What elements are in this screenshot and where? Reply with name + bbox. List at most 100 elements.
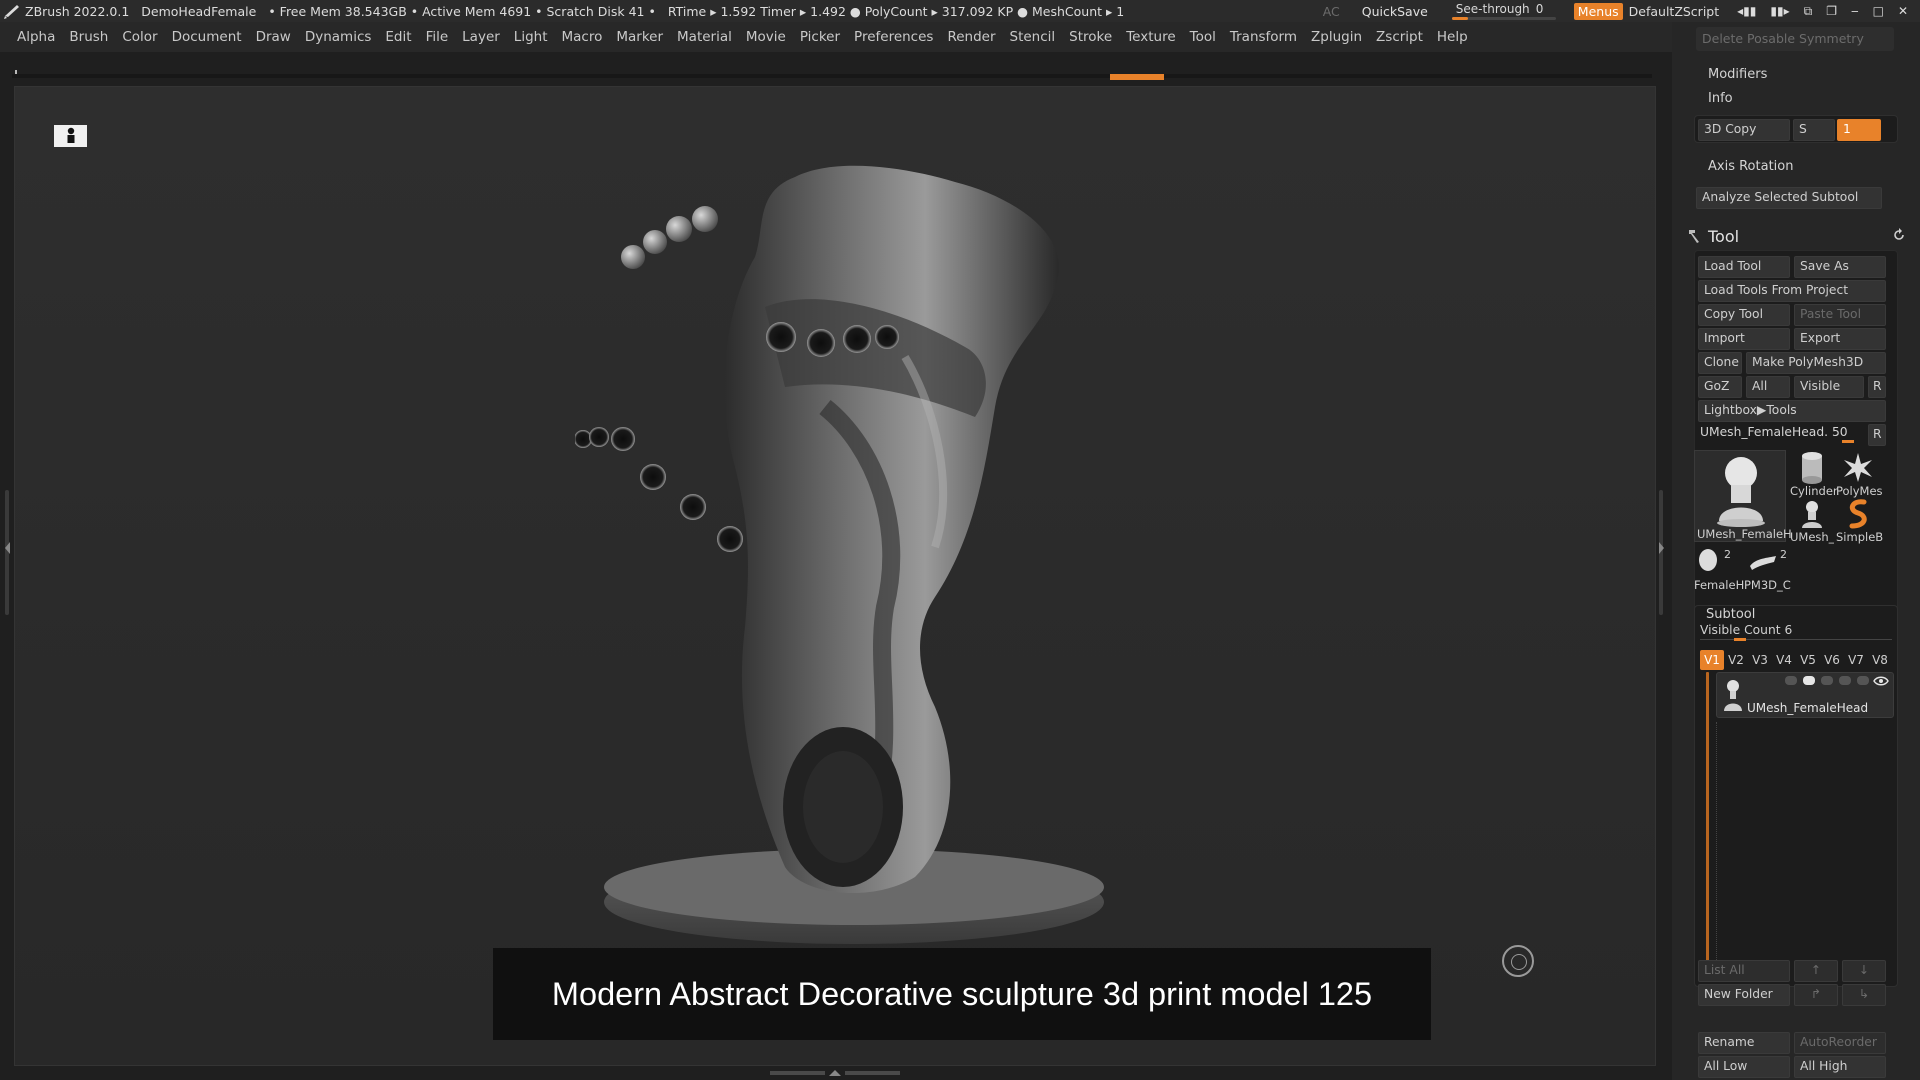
gizmo-icon[interactable] <box>1502 945 1534 977</box>
export-button[interactable]: Export <box>1794 328 1886 350</box>
tool-thumb-umesh-small[interactable]: UMesh_ <box>1790 498 1834 544</box>
all-high-button[interactable]: All High <box>1794 1056 1886 1078</box>
load-tools-from-project-button[interactable]: Load Tools From Project <box>1698 280 1886 302</box>
bottom-tray-handle[interactable] <box>770 1070 900 1076</box>
load-tool-button[interactable]: Load Tool <box>1698 256 1790 278</box>
move-down-icon[interactable]: ↓ <box>1842 960 1886 982</box>
modifiers-section[interactable]: Modifiers <box>1708 67 1767 82</box>
tool-thumb-femalehead[interactable]: 2 FemaleH <box>1694 546 1744 592</box>
brush-toggle-icon[interactable] <box>1785 676 1797 685</box>
refresh-icon[interactable] <box>1892 228 1906 242</box>
menu-tool[interactable]: Tool <box>1190 29 1216 45</box>
copy3d-button[interactable]: 3D Copy <box>1698 119 1790 141</box>
tool-thumb-simplebrush[interactable]: SimpleB <box>1836 498 1883 544</box>
menu-file[interactable]: File <box>426 29 449 45</box>
tool-thumb-pm3d[interactable]: 2 PM3D_C <box>1744 546 1794 592</box>
shelf-marker[interactable] <box>1110 74 1164 80</box>
eye-icon[interactable] <box>1873 676 1889 686</box>
vis-set-v1[interactable]: V1 <box>1700 650 1724 670</box>
menu-material[interactable]: Material <box>677 29 732 45</box>
lock-toggle-icon[interactable] <box>1857 676 1869 685</box>
tool-thumb-umesh-femalehead[interactable]: UMesh_FemaleH <box>1694 450 1792 542</box>
menu-marker[interactable]: Marker <box>616 29 663 45</box>
menu-movie[interactable]: Movie <box>746 29 786 45</box>
sculpture-model[interactable] <box>575 107 1135 987</box>
default-zscript[interactable]: DefaultZScript <box>1629 4 1720 19</box>
window-restore-icon[interactable]: ❐ <box>1826 4 1837 18</box>
material-toggle-icon[interactable] <box>1821 676 1833 685</box>
menu-texture[interactable]: Texture <box>1126 29 1175 45</box>
menu-alpha[interactable]: Alpha <box>17 29 55 45</box>
vis-set-v4[interactable]: V4 <box>1772 650 1796 670</box>
tool-r-button[interactable]: R <box>1868 424 1886 446</box>
quicksave-button[interactable]: QuickSave <box>1362 4 1428 19</box>
menu-preferences[interactable]: Preferences <box>854 29 933 45</box>
right-tray-handle[interactable] <box>1659 490 1664 615</box>
layout-left-icon[interactable]: ◂▮▮ <box>1737 4 1756 18</box>
subtool-section[interactable]: Subtool <box>1706 607 1755 622</box>
menu-picker[interactable]: Picker <box>800 29 840 45</box>
polypaint-toggle-icon[interactable] <box>1803 676 1815 685</box>
info-section[interactable]: Info <box>1708 91 1733 106</box>
ac-button[interactable]: AC <box>1323 4 1340 19</box>
paste-tool-button[interactable]: Paste Tool <box>1794 304 1886 326</box>
goz-all-button[interactable]: All <box>1746 376 1790 398</box>
menu-brush[interactable]: Brush <box>69 29 108 45</box>
maximize-icon[interactable]: □ <box>1873 4 1884 18</box>
tool-thumb-polymesh[interactable]: PolyMes <box>1836 450 1883 498</box>
menu-stencil[interactable]: Stencil <box>1010 29 1056 45</box>
vis-set-v3[interactable]: V3 <box>1748 650 1772 670</box>
vis-set-v6[interactable]: V6 <box>1820 650 1844 670</box>
menu-zplugin[interactable]: Zplugin <box>1311 29 1362 45</box>
lightbox-tools-button[interactable]: Lightbox▶Tools <box>1698 400 1886 422</box>
menu-help[interactable]: Help <box>1437 29 1468 45</box>
auto-reorder-button[interactable]: AutoReorder <box>1794 1032 1886 1054</box>
menu-draw[interactable]: Draw <box>256 29 291 45</box>
goz-button[interactable]: GoZ <box>1698 376 1742 398</box>
layout-right-icon[interactable]: ▮▮▸ <box>1770 4 1789 18</box>
shelf-track[interactable] <box>12 74 1652 78</box>
vis-set-v2[interactable]: V2 <box>1724 650 1748 670</box>
save-as-button[interactable]: Save As <box>1794 256 1886 278</box>
menus-toggle[interactable]: Menus <box>1573 2 1623 20</box>
tool-thumb-cylinder[interactable]: Cylinder <box>1790 450 1838 498</box>
subtool-item[interactable]: UMesh_FemaleHead <box>1716 672 1894 718</box>
menu-layer[interactable]: Layer <box>462 29 500 45</box>
delete-posable-symmetry-button[interactable]: Delete Posable Symmetry <box>1696 27 1894 51</box>
analyze-subtool-button[interactable]: Analyze Selected Subtool <box>1696 187 1882 209</box>
menu-dynamics[interactable]: Dynamics <box>305 29 372 45</box>
document-canvas[interactable]: Modern Abstract Decorative sculpture 3d … <box>14 86 1656 1066</box>
menu-light[interactable]: Light <box>514 29 548 45</box>
tool-palette-header[interactable]: Tool <box>1674 222 1920 250</box>
minimize-icon[interactable]: ‒ <box>1851 4 1859 18</box>
move-into-folder-icon[interactable]: ↱ <box>1794 984 1838 1006</box>
move-up-icon[interactable]: ↑ <box>1794 960 1838 982</box>
axis-rotation-section[interactable]: Axis Rotation <box>1708 159 1793 174</box>
menu-stroke[interactable]: Stroke <box>1069 29 1112 45</box>
all-low-button[interactable]: All Low <box>1698 1056 1790 1078</box>
list-all-button[interactable]: List All <box>1698 960 1790 982</box>
rename-button[interactable]: Rename <box>1698 1032 1790 1054</box>
goz-r-button[interactable]: R <box>1868 376 1886 398</box>
menu-macro[interactable]: Macro <box>562 29 603 45</box>
new-folder-button[interactable]: New Folder <box>1698 984 1790 1006</box>
left-tray-handle[interactable] <box>5 490 10 615</box>
menu-transform[interactable]: Transform <box>1230 29 1297 45</box>
copy3d-count-field[interactable]: 1 <box>1837 119 1881 141</box>
seethrough-slider[interactable]: See-through 0 <box>1451 0 1556 22</box>
vis-set-v7[interactable]: V7 <box>1844 650 1868 670</box>
subtool-scrollbar[interactable] <box>1706 672 1709 974</box>
menu-color[interactable]: Color <box>122 29 157 45</box>
copy-tool-button[interactable]: Copy Tool <box>1698 304 1790 326</box>
menu-document[interactable]: Document <box>172 29 242 45</box>
window-swap-icon[interactable]: ⧉ <box>1804 4 1813 19</box>
clone-button[interactable]: Clone <box>1698 352 1742 374</box>
copy3d-s-button[interactable]: S <box>1793 119 1835 141</box>
current-tool-slider[interactable]: UMesh_FemaleHead. 50 <box>1694 422 1860 444</box>
menu-edit[interactable]: Edit <box>385 29 411 45</box>
import-button[interactable]: Import <box>1698 328 1790 350</box>
vis-set-v8[interactable]: V8 <box>1868 650 1892 670</box>
vis-set-v5[interactable]: V5 <box>1796 650 1820 670</box>
close-icon[interactable]: ✕ <box>1898 4 1908 18</box>
menu-render[interactable]: Render <box>947 29 995 45</box>
